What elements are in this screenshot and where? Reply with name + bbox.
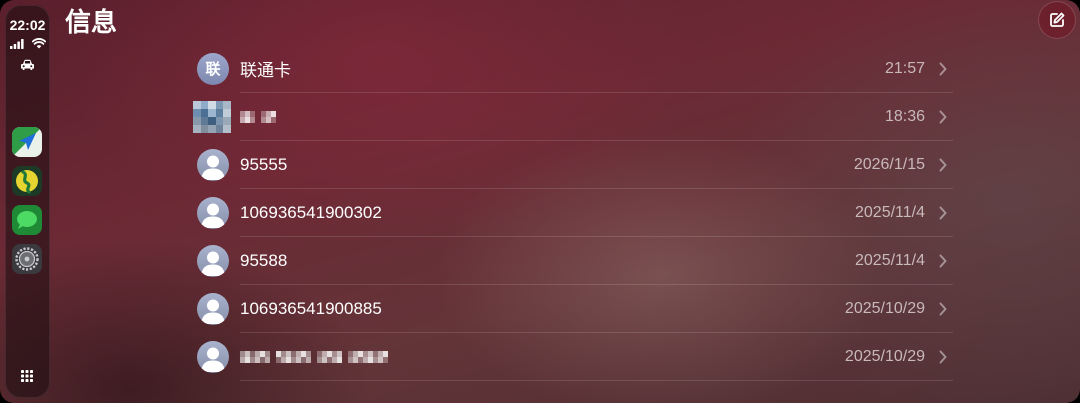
- chevron-right-icon: [939, 206, 947, 220]
- contact-avatar: [197, 149, 229, 181]
- message-time: 21:57: [884, 59, 925, 77]
- person-icon: [201, 347, 225, 372]
- message-time: 2026/1/15: [853, 155, 925, 173]
- conversation-row[interactable]: 联 联通卡 21:57: [197, 45, 953, 93]
- person-icon: [201, 251, 225, 276]
- redacted-name: [240, 350, 845, 363]
- app-dock: [12, 127, 42, 274]
- message-time: 2025/11/4: [855, 203, 925, 221]
- row-content: 2025/10/29: [240, 333, 953, 381]
- row-content: 18:36: [240, 93, 953, 141]
- contact-avatar: [197, 245, 229, 277]
- row-content: 106936541900302 2025/11/4: [240, 189, 953, 237]
- app-grid-icon[interactable]: [21, 370, 33, 382]
- car-icon: [20, 59, 35, 71]
- contact-name: 联通卡: [240, 61, 291, 80]
- navigation-app-icon[interactable]: [12, 127, 42, 157]
- carplay-sidebar: 22:02: [5, 5, 50, 398]
- person-icon: [201, 155, 225, 180]
- chevron-right-icon: [939, 158, 947, 172]
- map-app-icon[interactable]: [12, 166, 42, 196]
- message-time: 2025/10/29: [844, 299, 925, 317]
- contact-avatar: [197, 197, 229, 229]
- row-content: 106936541900885 2025/10/29: [240, 285, 953, 333]
- contact-name: 106936541900885: [240, 298, 382, 318]
- contact-avatar: 联: [197, 53, 229, 85]
- message-time: 2025/11/4: [855, 251, 925, 269]
- carplay-screen: 22:02 信息 联 联通卡 21:57 18:36 95555 2026/1/…: [0, 0, 1080, 403]
- redacted-name: [240, 110, 885, 123]
- chevron-right-icon: [939, 254, 947, 268]
- conversation-row[interactable]: 2025/10/29: [197, 333, 953, 381]
- person-icon: [201, 299, 225, 324]
- contact-name: 95555: [240, 154, 288, 174]
- contact-avatar: [197, 293, 229, 325]
- signal-icon: [10, 39, 24, 49]
- redacted-avatar: [193, 101, 231, 133]
- row-content: 联通卡 21:57: [240, 45, 953, 93]
- conversation-row[interactable]: 106936541900885 2025/10/29: [197, 285, 953, 333]
- conversation-row[interactable]: 95555 2026/1/15: [197, 141, 953, 189]
- message-time: 2025/10/29: [844, 347, 925, 365]
- settings-app-icon[interactable]: [12, 244, 42, 274]
- chevron-right-icon: [939, 62, 947, 76]
- conversation-list: 联 联通卡 21:57 18:36 95555 2026/1/15 106936541900…: [193, 45, 953, 381]
- contact-avatar: [197, 341, 229, 373]
- contact-name: 95588: [240, 250, 288, 270]
- messages-app-icon[interactable]: [12, 205, 42, 235]
- page-title: 信息: [65, 7, 118, 37]
- message-time: 18:36: [884, 107, 925, 125]
- row-content: 95555 2026/1/15: [240, 141, 953, 189]
- conversation-row[interactable]: 18:36: [193, 93, 953, 141]
- conversation-row[interactable]: 95588 2025/11/4: [197, 237, 953, 285]
- compose-button[interactable]: [1038, 1, 1076, 39]
- chevron-right-icon: [939, 110, 947, 124]
- wifi-icon: [31, 38, 47, 49]
- compose-icon: [1048, 11, 1066, 29]
- avatar-initial: 联: [205, 60, 221, 78]
- contact-name: 106936541900302: [240, 202, 382, 222]
- person-icon: [201, 203, 225, 228]
- chevron-right-icon: [939, 350, 947, 364]
- status-clock: 22:02: [9, 17, 46, 33]
- conversation-row[interactable]: 106936541900302 2025/11/4: [197, 189, 953, 237]
- row-content: 95588 2025/11/4: [240, 237, 953, 285]
- chevron-right-icon: [939, 302, 947, 316]
